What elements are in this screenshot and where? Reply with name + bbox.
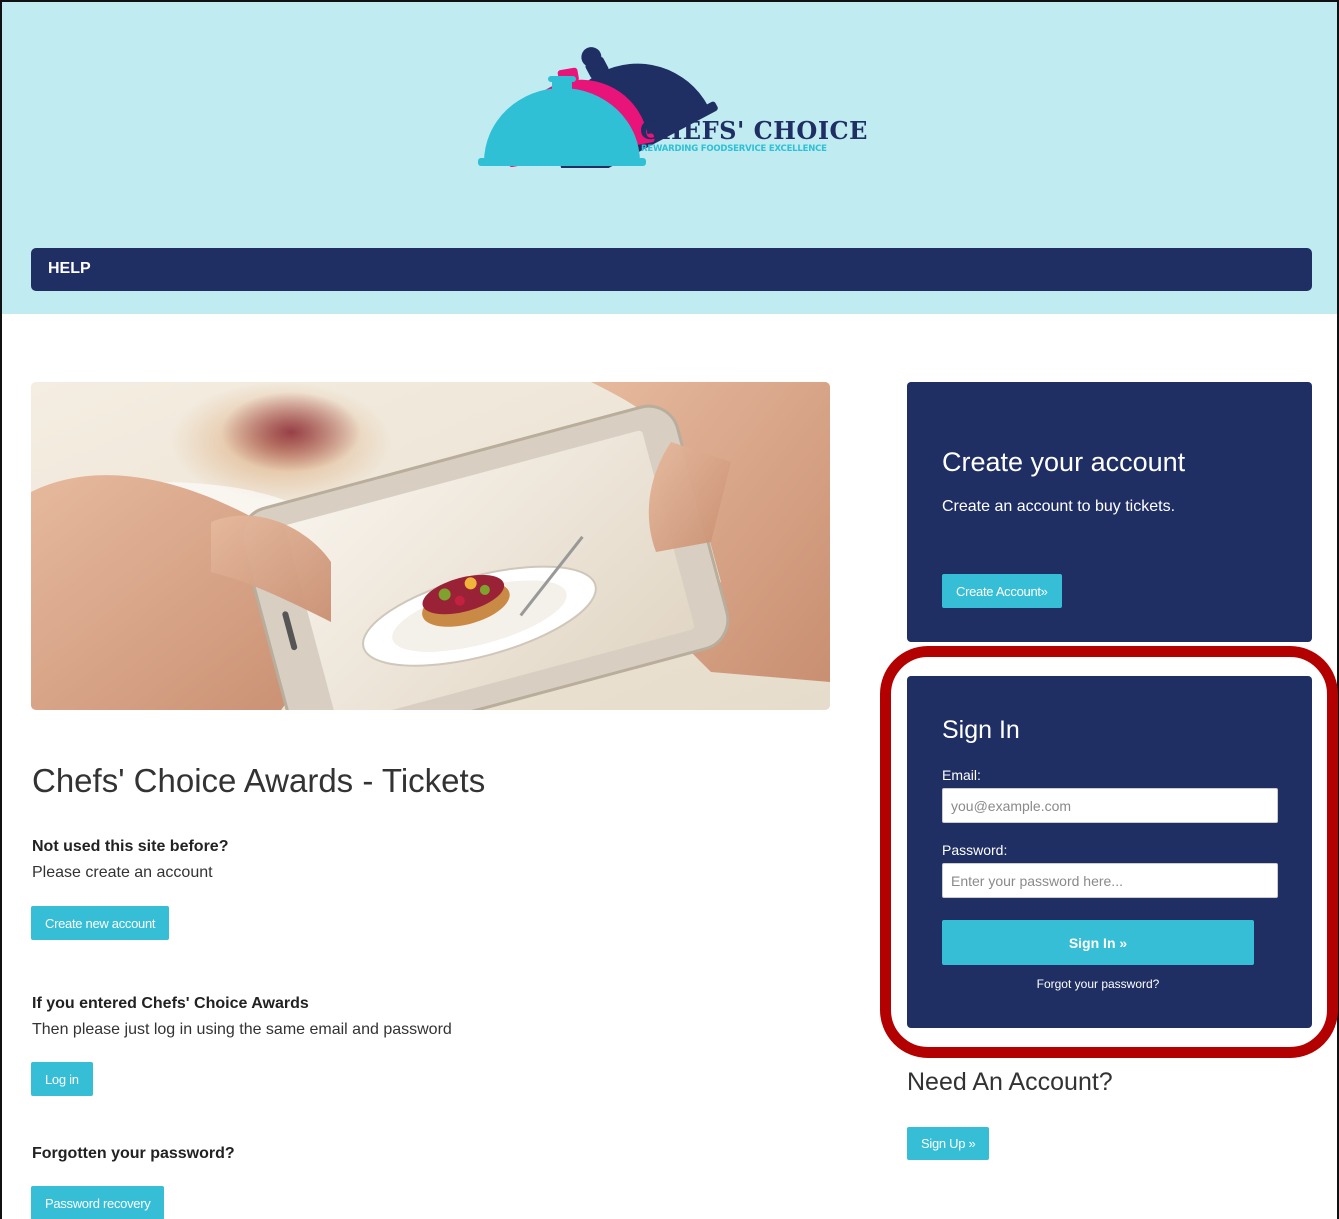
- log-in-button[interactable]: Log in: [31, 1062, 93, 1096]
- need-account-title: Need An Account?: [907, 1068, 1113, 1096]
- sign-in-panel: Sign In Email: Password: Sign In » Forgo…: [907, 676, 1312, 1028]
- section-new-heading: Not used this site before?: [32, 838, 229, 855]
- section-entered-text: Then please just log in using the same e…: [32, 1021, 452, 1038]
- section-entered-heading: If you entered Chefs' Choice Awards: [32, 995, 309, 1012]
- create-account-panel: Create your account Create an account to…: [907, 382, 1312, 642]
- sign-up-button[interactable]: Sign Up »: [907, 1127, 990, 1160]
- password-recovery-button[interactable]: Password recovery: [31, 1186, 165, 1219]
- create-new-account-button[interactable]: Create new account: [31, 906, 170, 940]
- section-forgotten-heading: Forgotten your password?: [32, 1145, 235, 1162]
- main-navbar: HELP: [31, 248, 1312, 291]
- brand-tagline: REWARDING FOODSERVICE EXCELLENCE: [641, 144, 827, 154]
- forgot-password-link[interactable]: Forgot your password?: [942, 977, 1254, 991]
- create-account-text: Create an account to buy tickets.: [942, 498, 1176, 515]
- site-header: CHEFS' CHOICE REWARDING FOODSERVICE EXCE…: [2, 2, 1337, 314]
- section-new-text: Please create an account: [32, 864, 213, 881]
- page-title: Chefs' Choice Awards - Tickets: [32, 762, 486, 799]
- password-field[interactable]: [942, 863, 1278, 898]
- hero-illustration: [31, 382, 830, 710]
- sign-in-button[interactable]: Sign In »: [942, 920, 1254, 965]
- nav-help-link[interactable]: HELP: [48, 260, 91, 278]
- brand-name: CHEFS' CHOICE: [640, 116, 868, 145]
- hero-photo: [31, 382, 830, 710]
- password-label: Password:: [942, 842, 1008, 858]
- sign-in-title: Sign In: [942, 716, 1020, 744]
- create-account-title: Create your account: [942, 447, 1186, 477]
- create-account-button[interactable]: Create Account»: [942, 574, 1062, 608]
- email-label: Email:: [942, 767, 981, 783]
- email-field[interactable]: [942, 788, 1278, 823]
